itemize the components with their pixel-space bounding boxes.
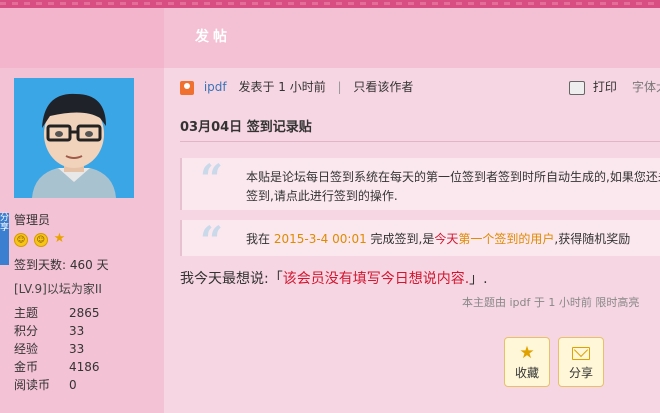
sign-first-user: 第一个签到的用户 (458, 232, 555, 246)
sign-days-value: 460 天 (69, 258, 109, 272)
quote-mark-icon: “ (200, 220, 224, 257)
sign-days-label: 签到天数: (14, 258, 67, 272)
printer-icon (569, 80, 585, 95)
message-prefix: 我今天最想说:「 (180, 271, 283, 287)
stat-row: 金币 4186 (14, 358, 154, 376)
author-link[interactable]: ipdf (204, 80, 227, 94)
stat-row: 阅读币 0 (14, 376, 154, 394)
thread-header (164, 8, 660, 68)
stat-key: 经验 (14, 342, 39, 356)
stat-key: 阅读币 (14, 378, 51, 392)
highlight-note: 本主题由 ipdf 于 1 小时前 限时高亮 (462, 296, 640, 309)
stat-key: 金币 (14, 360, 39, 374)
stat-key: 积分 (14, 324, 39, 338)
top-strip (0, 0, 660, 8)
sign-prefix: 我在 (246, 232, 271, 246)
sidebar-header (0, 8, 164, 68)
stat-row: 主题 2865 (14, 304, 154, 322)
share-side-tab[interactable]: 分 享 (0, 213, 9, 265)
user-role[interactable]: 管理员 (14, 211, 50, 228)
meta-separator: | (337, 80, 342, 94)
favorite-label: 收藏 (514, 366, 539, 380)
font-size-control[interactable]: 字体大 (632, 79, 660, 95)
only-author-link[interactable]: 只看该作者 (353, 80, 413, 94)
message-suffix: 」. (469, 271, 488, 287)
stat-value: 33 (69, 342, 85, 356)
system-quote-text: 本贴是论坛每日签到系统在每天的第一位签到者签到时所自动生成的,如果您还未签到,请… (246, 170, 660, 203)
sign-datetime: 2015-3-4 00:01 (273, 232, 367, 246)
print-label: 打印 (592, 80, 617, 94)
sign-today: 今天 (434, 232, 459, 246)
message-content: 该会员没有填写今日想说内容. (282, 271, 470, 287)
post-meta: ipdf 发表于 1 小时前 | 只看该作者 (180, 79, 413, 95)
star-icon: ★ (519, 343, 535, 363)
stat-row: 经验 33 (14, 340, 154, 358)
sign-suffix: ,获得随机奖励 (554, 232, 631, 246)
stat-value: 4186 (69, 360, 100, 374)
print-link[interactable]: 打印 (569, 79, 617, 95)
medals: ☺ ☺ ★ (14, 231, 66, 247)
star-icon: ★ (53, 231, 66, 246)
side-tab-char: 分 (0, 213, 10, 223)
share-label: 分享 (568, 366, 593, 380)
side-tab-char: 享 (0, 223, 10, 233)
envelope-icon (559, 344, 603, 362)
smile-medal-icon: ☺ (33, 233, 48, 247)
system-quote: “ 本贴是论坛每日签到系统在每天的第一位签到者签到时所自动生成的,如果您还未签到… (180, 158, 660, 210)
sign-quote-text: 我在 2015-3-4 00:01 完成签到,是今天第一个签到的用户,获得随机奖… (246, 230, 630, 248)
new-post-button[interactable]: 发帖 (195, 26, 231, 46)
thread-title: 03月04日 签到记录贴 (180, 120, 312, 135)
sign-quote: “ 我在 2015-3-4 00:01 完成签到,是今天第一个签到的用户,获得随… (180, 220, 660, 256)
avatar-image (14, 78, 134, 198)
user-online-icon (180, 80, 194, 95)
stat-row: 积分 33 (14, 322, 154, 340)
share-button[interactable]: 分享 (558, 337, 604, 387)
user-level: [LV.9]以坛为家II (14, 282, 102, 296)
stat-value: 0 (69, 378, 77, 392)
stat-value: 2865 (69, 306, 100, 320)
posted-time: 发表于 1 小时前 (238, 80, 326, 94)
sign-mid: 完成签到,是 (370, 232, 435, 246)
sign-days: 签到天数: 460 天 (14, 256, 109, 273)
stat-key: 主题 (14, 306, 39, 320)
daily-message: 我今天最想说:「该会员没有填写今日想说内容.」. (180, 268, 488, 288)
user-stats: 主题 2865 积分 33 经验 33 金币 4186 阅读币 0 (14, 304, 154, 394)
favorite-button[interactable]: ★ 收藏 (504, 337, 550, 387)
stat-value: 33 (69, 324, 85, 338)
title-divider (180, 141, 660, 142)
avatar[interactable] (14, 78, 134, 198)
quote-mark-icon: “ (200, 158, 224, 203)
smile-medal-icon: ☺ (14, 233, 28, 247)
